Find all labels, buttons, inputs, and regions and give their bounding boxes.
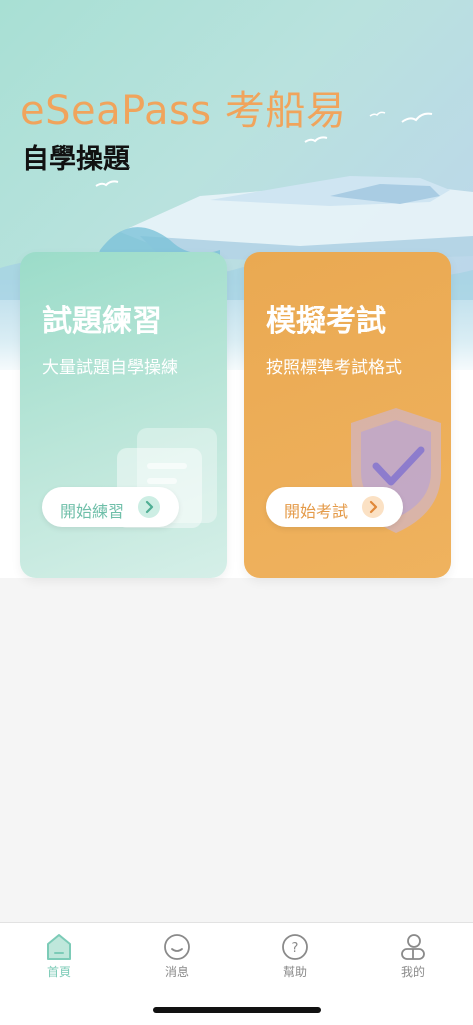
brand-title: eSeaPass 考船易 — [20, 88, 347, 134]
tab-home[interactable]: 首頁 — [0, 923, 118, 983]
message-icon — [164, 934, 190, 960]
exam-card-title: 模擬考試 — [266, 304, 386, 339]
tab-profile[interactable]: 我的 — [354, 923, 472, 983]
svg-text:?: ? — [292, 941, 299, 956]
profile-icon — [401, 934, 425, 960]
tab-messages-label: 消息 — [164, 965, 189, 979]
start-exam-button[interactable]: 開始考試 — [266, 487, 403, 527]
tab-home-label: 首頁 — [46, 965, 71, 979]
start-practice-button[interactable]: 開始練習 — [42, 487, 179, 527]
start-exam-label: 開始考試 — [284, 502, 349, 521]
tab-help-label: 幫助 — [282, 965, 307, 979]
practice-card-description: 大量試題自學操練 — [42, 358, 178, 378]
practice-card-title: 試題練習 — [42, 304, 162, 339]
help-icon: ? — [282, 934, 308, 960]
home-indicator — [153, 1007, 321, 1013]
chevron-right-icon — [138, 496, 160, 518]
chevron-right-icon — [362, 496, 384, 518]
page-subtitle: 自學操題 — [22, 144, 130, 175]
home-icon — [47, 934, 71, 960]
exam-card-description: 按照標準考試格式 — [266, 358, 402, 378]
exam-card[interactable]: 模擬考試 按照標準考試格式 開始考試 — [244, 252, 451, 578]
tab-help[interactable]: ? 幫助 — [236, 923, 354, 983]
tab-messages[interactable]: 消息 — [118, 923, 236, 983]
start-practice-label: 開始練習 — [60, 502, 125, 521]
practice-card[interactable]: 試題練習 大量試題自學操練 開始練習 — [20, 252, 227, 578]
tab-profile-label: 我的 — [400, 965, 425, 979]
